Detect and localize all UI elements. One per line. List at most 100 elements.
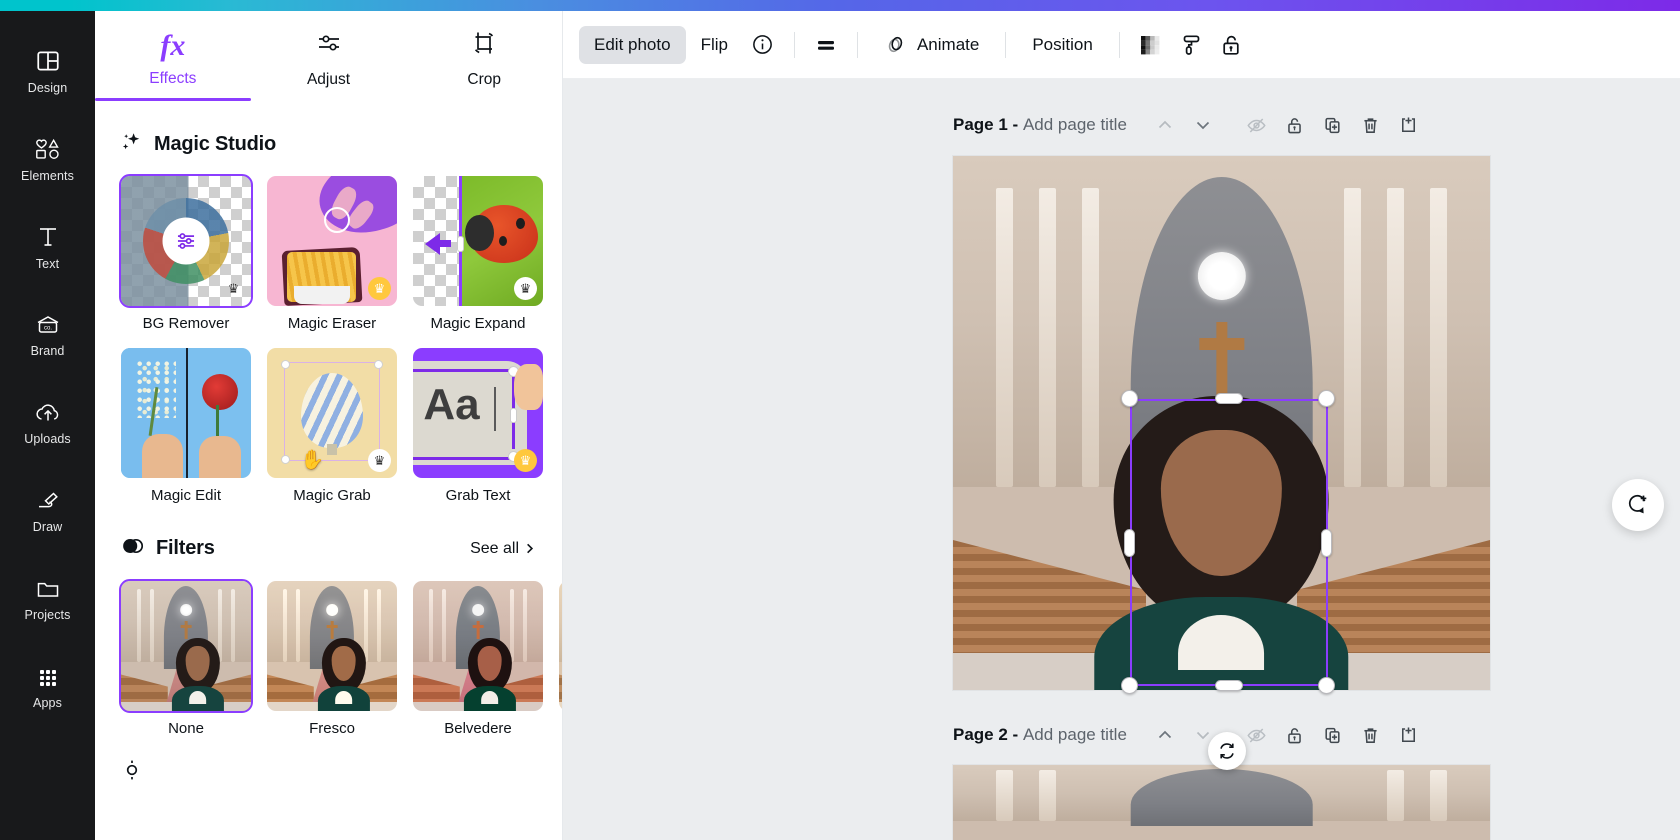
crown-icon: ♛ [514, 449, 537, 472]
tool-magic-expand[interactable]: ♛ Magic Expand [413, 176, 543, 332]
panel-tabs: fx Effects Adjust [95, 11, 562, 101]
selection-handle-top-right[interactable] [1318, 390, 1335, 407]
tab-crop[interactable]: Crop [406, 11, 562, 101]
brightness-icon [121, 759, 143, 786]
filter-belvedere[interactable]: Belvedere [413, 581, 543, 737]
filter-thumb-fresco[interactable] [267, 581, 397, 711]
animate-icon [884, 33, 908, 57]
sidebar-label-apps: Apps [33, 696, 62, 710]
hide-page-icon[interactable] [1239, 107, 1275, 143]
tool-thumb-bg-remover[interactable]: ♛ [121, 176, 251, 306]
tool-thumb-magic-grab[interactable]: ✋ ♛ [267, 348, 397, 478]
paint-roller-icon[interactable] [1171, 25, 1211, 65]
draw-icon [34, 489, 62, 513]
page-2-canvas[interactable] [953, 765, 1490, 840]
tab-effects[interactable]: fx Effects [95, 11, 251, 101]
page-2-title-prefix: Page 2 - [953, 725, 1018, 744]
panel-scroll[interactable]: Magic Studio [95, 101, 562, 840]
magic-studio-grid: ♛ BG Remover [121, 176, 536, 504]
selection-handle-bottom[interactable] [1215, 680, 1243, 691]
sidebar-item-elements[interactable]: Elements [0, 115, 95, 203]
sidebar-item-draw[interactable]: Draw [0, 467, 95, 555]
rotate-handle[interactable] [1208, 732, 1246, 770]
uploads-icon [34, 401, 62, 425]
sidebar-item-design[interactable]: Design [0, 27, 95, 115]
tool-thumb-magic-expand[interactable]: ♛ [413, 176, 543, 306]
animate-button[interactable]: Animate [869, 26, 994, 64]
filter-thumb-partial[interactable] [559, 581, 562, 711]
sidebar-item-text[interactable]: Text [0, 203, 95, 291]
tool-label-grab-text: Grab Text [413, 487, 543, 504]
sidebar-item-projects[interactable]: Projects [0, 555, 95, 643]
selection-handle-bottom-left[interactable] [1121, 677, 1138, 694]
lock-open-icon[interactable] [1211, 25, 1251, 65]
tool-label-magic-eraser: Magic Eraser [267, 315, 397, 332]
tool-label-magic-expand: Magic Expand [413, 315, 543, 332]
add-page-icon[interactable] [1391, 717, 1427, 753]
tool-bg-remover[interactable]: ♛ BG Remover [121, 176, 251, 332]
selection-handle-right[interactable] [1321, 529, 1332, 557]
filter-fresco[interactable]: Fresco [267, 581, 397, 737]
tool-label-bg-remover: BG Remover [121, 315, 251, 332]
canvas-area[interactable]: Page 1 - Add page title [563, 79, 1680, 840]
add-comment-button[interactable] [1612, 479, 1664, 531]
chevron-down-icon[interactable] [1185, 107, 1221, 143]
elements-icon [34, 136, 62, 162]
chevron-up-icon[interactable] [1147, 717, 1183, 753]
sliders-icon [315, 29, 343, 62]
chevron-up-icon[interactable] [1147, 107, 1183, 143]
filters-title: Filters [156, 537, 215, 560]
projects-icon [34, 577, 62, 601]
see-all-label: See all [470, 540, 519, 558]
transparency-icon[interactable] [1131, 25, 1171, 65]
line-spacing-icon[interactable] [806, 25, 846, 65]
tool-thumb-grab-text[interactable]: Aa ♛ [413, 348, 543, 478]
lock-open-icon[interactable] [1277, 107, 1313, 143]
lock-open-icon[interactable] [1277, 717, 1313, 753]
position-button[interactable]: Position [1017, 26, 1107, 64]
edit-photo-button[interactable]: Edit photo [579, 26, 686, 64]
filters-see-all[interactable]: See all [470, 540, 536, 558]
delete-page-icon[interactable] [1353, 107, 1389, 143]
sidebar-item-apps[interactable]: Apps [0, 643, 95, 731]
magic-studio-title: Magic Studio [154, 133, 276, 156]
filter-none[interactable]: None [121, 581, 251, 737]
apps-icon [35, 665, 61, 689]
design-icon [35, 48, 61, 74]
tool-thumb-magic-eraser[interactable]: ♛ [267, 176, 397, 306]
tab-adjust-label: Adjust [307, 71, 350, 89]
sidebar-item-brand[interactable]: co. Brand [0, 291, 95, 379]
tab-adjust[interactable]: Adjust [251, 11, 407, 101]
tool-thumb-magic-edit[interactable] [121, 348, 251, 478]
crown-icon: ♛ [222, 277, 245, 300]
add-page-icon[interactable] [1391, 107, 1427, 143]
page-2-title-placeholder: Add page title [1023, 725, 1127, 744]
tool-grab-text[interactable]: Aa ♛ Grab Text [413, 348, 543, 504]
selection-handle-bottom-right[interactable] [1318, 677, 1335, 694]
page-block-2: Page 2 - Add page title [563, 715, 1680, 755]
sidebar-label-draw: Draw [33, 520, 63, 534]
sidebar-item-uploads[interactable]: Uploads [0, 379, 95, 467]
page-1-title[interactable]: Page 1 - Add page title [953, 115, 1127, 135]
duplicate-page-icon[interactable] [1315, 107, 1351, 143]
page-2-title[interactable]: Page 2 - Add page title [953, 725, 1127, 745]
rotate-icon [1217, 741, 1237, 761]
delete-page-icon[interactable] [1353, 717, 1389, 753]
selection-handle-top-left[interactable] [1121, 390, 1138, 407]
page-block-1: Page 1 - Add page title [563, 105, 1680, 145]
flip-button[interactable]: Flip [686, 26, 743, 64]
info-icon[interactable] [743, 25, 783, 65]
selection-handle-top[interactable] [1215, 393, 1243, 404]
filter-thumb-none[interactable] [121, 581, 251, 711]
filter-next-partial[interactable] [559, 581, 562, 737]
filter-thumb-belvedere[interactable] [413, 581, 543, 711]
tool-label-magic-edit: Magic Edit [121, 487, 251, 504]
tool-magic-edit[interactable]: Magic Edit [121, 348, 251, 504]
tool-magic-eraser[interactable]: ♛ Magic Eraser [267, 176, 397, 332]
tool-magic-grab[interactable]: ✋ ♛ Magic Grab [267, 348, 397, 504]
selection-handle-left[interactable] [1124, 529, 1135, 557]
page-1-canvas[interactable] [953, 156, 1490, 690]
duplicate-page-icon[interactable] [1315, 717, 1351, 753]
filter-label-belvedere: Belvedere [413, 720, 543, 737]
crop-icon [470, 29, 498, 62]
